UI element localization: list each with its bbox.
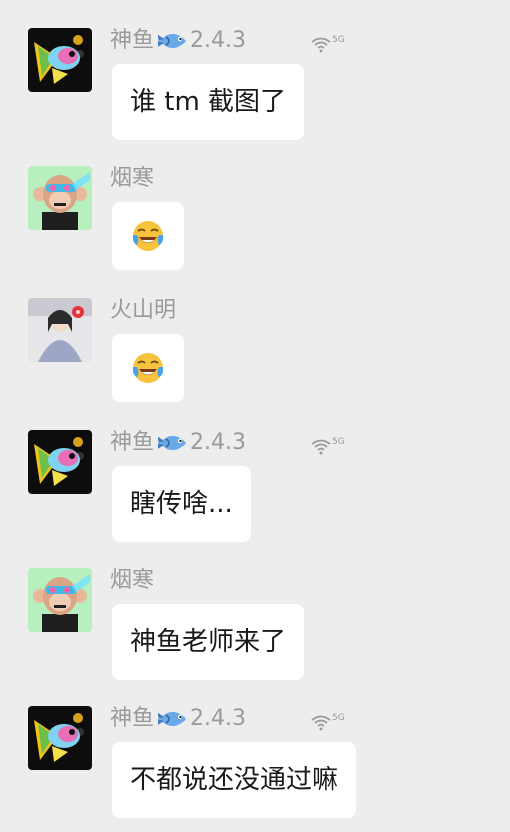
fish-avatar[interactable] bbox=[28, 706, 92, 770]
message-bubble[interactable]: 神鱼老师来了 bbox=[112, 604, 305, 680]
sender-name: 烟寒 bbox=[110, 164, 154, 194]
message-bubble[interactable]: 瞎传啥... bbox=[112, 466, 251, 542]
fish-icon bbox=[158, 432, 188, 454]
sender-name-text: 神鱼 bbox=[110, 430, 155, 455]
wifi-5g-icon: 5G bbox=[310, 34, 350, 54]
laughing-crying-emoji-icon bbox=[131, 351, 165, 385]
svg-text:5G: 5G bbox=[332, 713, 345, 723]
svg-text:5G: 5G bbox=[332, 437, 345, 447]
sender-name-text: 烟寒 bbox=[110, 568, 155, 593]
fish-avatar[interactable] bbox=[28, 430, 92, 494]
sender-version: 2.4.3 bbox=[190, 706, 246, 731]
fish-icon bbox=[158, 708, 188, 730]
sender-name: 神鱼 2.4.3 bbox=[110, 428, 246, 458]
sender-name: 烟寒 bbox=[110, 566, 154, 596]
monkey-avatar[interactable] bbox=[28, 568, 92, 632]
sender-name: 神鱼 2.4.3 bbox=[110, 26, 246, 56]
sender-version: 2.4.3 bbox=[190, 28, 246, 53]
message-bubble[interactable]: 不都说还没通过嘛 bbox=[112, 742, 357, 818]
message-bubble[interactable] bbox=[112, 202, 184, 270]
fish-icon bbox=[158, 30, 188, 52]
sender-name-text: 火山明 bbox=[110, 298, 177, 323]
sender-name: 神鱼 2.4.3 bbox=[110, 704, 246, 734]
wifi-5g-icon: 5G bbox=[310, 436, 350, 456]
message-bubble[interactable]: 谁 tm 截图了 bbox=[112, 64, 305, 140]
message-bubble[interactable] bbox=[112, 334, 184, 402]
sender-version: 2.4.3 bbox=[190, 430, 246, 455]
fish-avatar[interactable] bbox=[28, 28, 92, 92]
monkey-avatar[interactable] bbox=[28, 166, 92, 230]
sender-name-text: 烟寒 bbox=[110, 166, 155, 191]
portrait-avatar[interactable] bbox=[28, 298, 92, 362]
svg-text:5G: 5G bbox=[332, 35, 345, 45]
laughing-crying-emoji-icon bbox=[131, 219, 165, 253]
sender-name: 火山明 bbox=[110, 296, 176, 326]
sender-name-text: 神鱼 bbox=[110, 28, 155, 53]
wifi-5g-icon: 5G bbox=[310, 712, 350, 732]
sender-name-text: 神鱼 bbox=[110, 706, 155, 731]
